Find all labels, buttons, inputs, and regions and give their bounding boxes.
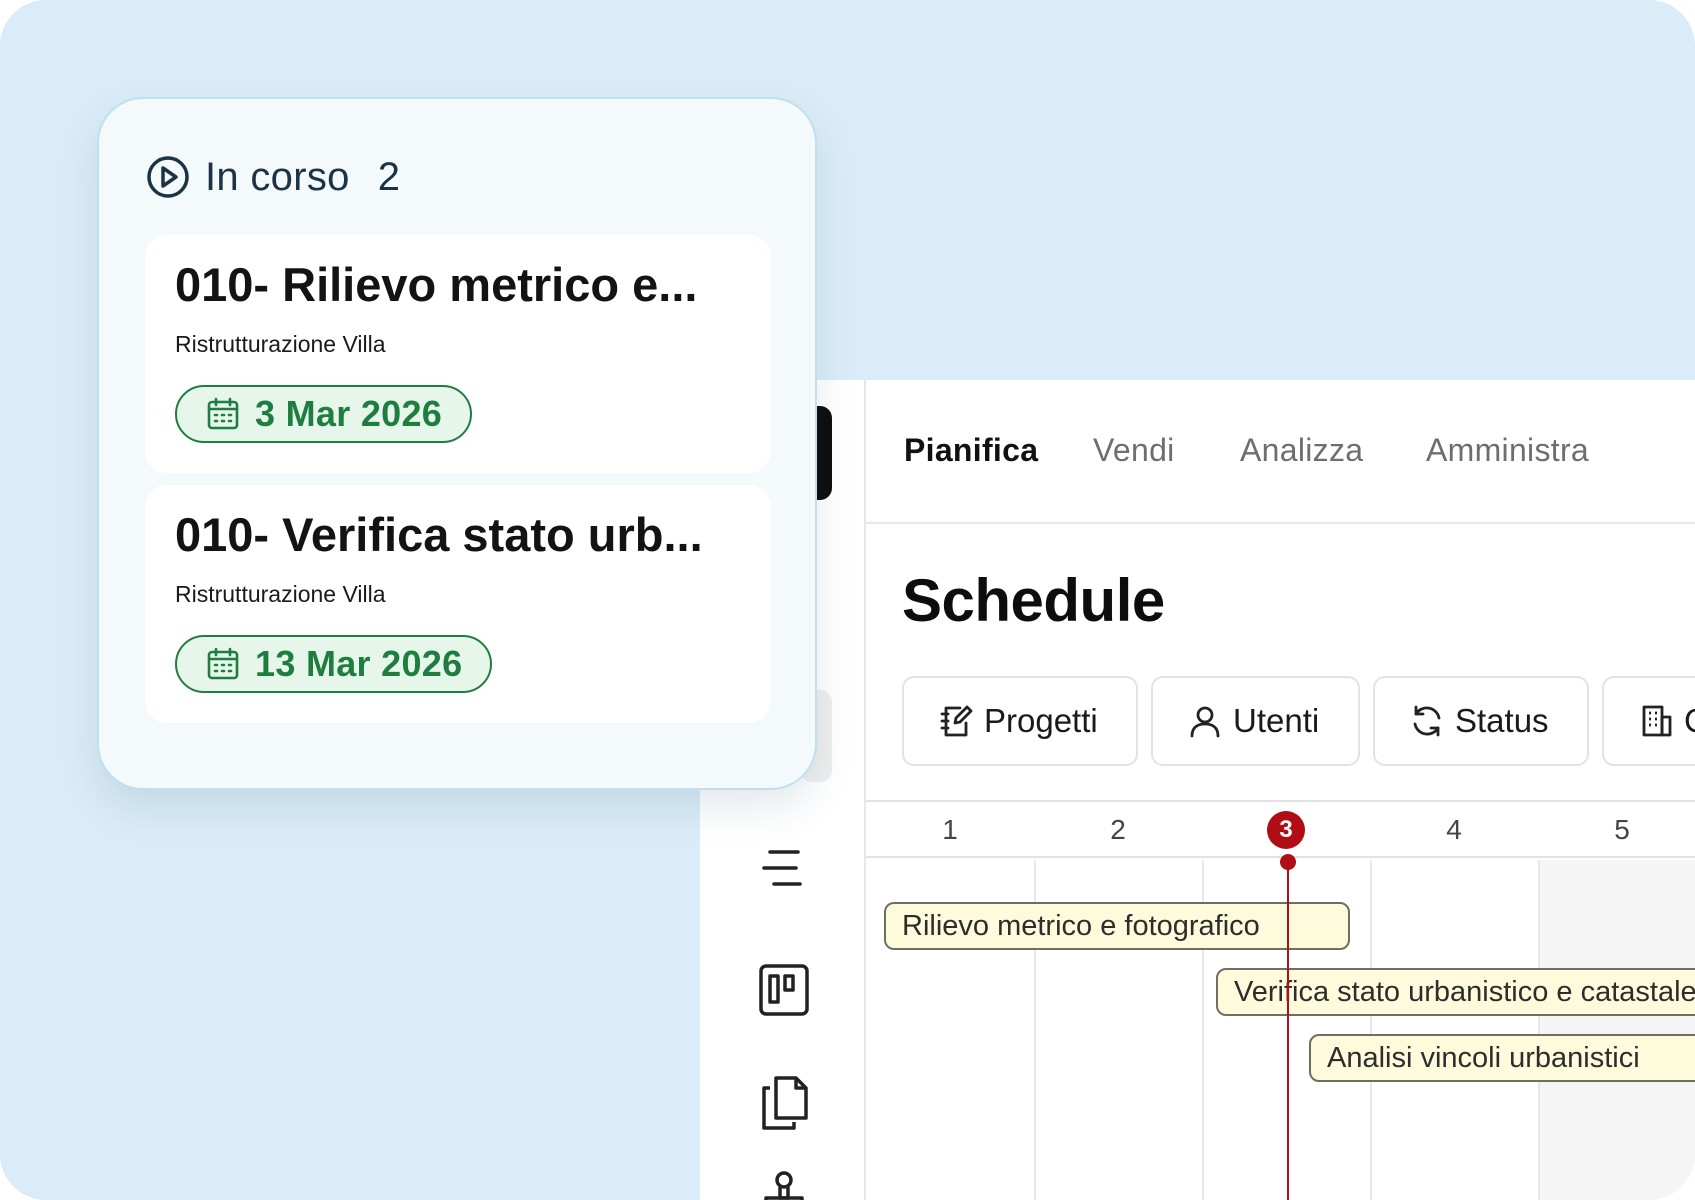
filter-progetti-label: Progetti bbox=[984, 702, 1098, 739]
timeline-grid: Rilievo metrico e fotografico Verifica s… bbox=[866, 854, 1695, 1200]
card-title: In corso bbox=[205, 154, 350, 199]
due-date-badge: 3 Mar 2026 bbox=[175, 385, 473, 443]
day-number: 4 bbox=[1446, 814, 1462, 845]
page-title: Schedule bbox=[902, 567, 1165, 634]
building-icon bbox=[1642, 705, 1672, 737]
filter-utenti-button[interactable]: Utenti bbox=[1151, 676, 1360, 766]
tab-analizza[interactable]: Analizza bbox=[1240, 432, 1363, 469]
filter-c-label: C bbox=[1684, 702, 1695, 740]
play-circle-icon bbox=[147, 156, 189, 198]
filter-status-button[interactable]: Status bbox=[1373, 676, 1589, 766]
kanban-board-icon[interactable] bbox=[758, 962, 810, 1018]
due-date-text: 13 Mar 2026 bbox=[255, 643, 463, 684]
top-navigation: Pianifica Vendi Analizza Amministra bbox=[866, 380, 1695, 524]
filter-status-label: Status bbox=[1455, 702, 1549, 739]
refresh-icon bbox=[1413, 705, 1441, 737]
day-number: 1 bbox=[942, 814, 958, 845]
tab-vendi[interactable]: Vendi bbox=[1093, 432, 1175, 469]
task-card[interactable]: 010- Verifica stato urb... Ristrutturazi… bbox=[145, 485, 771, 723]
filter-utenti-label: Utenti bbox=[1233, 702, 1320, 739]
in-progress-card: In corso 2 010- Rilievo metrico e... Ris… bbox=[97, 97, 817, 790]
task-bar[interactable]: Analisi vincoli urbanistici bbox=[1309, 1034, 1695, 1082]
due-date-badge: 13 Mar 2026 bbox=[175, 635, 493, 693]
grid-divider bbox=[1538, 860, 1540, 1200]
due-date-text: 3 Mar 2026 bbox=[255, 393, 443, 434]
task-bar[interactable]: Rilievo metrico e fotografico bbox=[884, 902, 1350, 950]
stamp-icon[interactable] bbox=[758, 1168, 810, 1200]
task-name: 010- Verifica stato urb... bbox=[175, 508, 703, 561]
timeline-header: 1 2 3 4 5 bbox=[866, 802, 1695, 858]
weekend-column bbox=[1538, 860, 1695, 1200]
filter-progetti-button[interactable]: Progetti bbox=[902, 676, 1138, 766]
day-number: 5 bbox=[1614, 814, 1630, 845]
list-align-icon[interactable] bbox=[758, 840, 810, 896]
card-header: In corso 2 bbox=[145, 151, 400, 203]
calendar-icon bbox=[207, 647, 239, 680]
task-project: Ristrutturazione Villa bbox=[175, 331, 386, 357]
grid-divider bbox=[1370, 860, 1372, 1200]
calendar-icon bbox=[207, 397, 239, 430]
tab-amministra[interactable]: Amministra bbox=[1426, 432, 1589, 469]
day-number: 2 bbox=[1110, 814, 1126, 845]
tab-pianifica[interactable]: Pianifica bbox=[904, 432, 1038, 469]
task-name: 010- Rilievo metrico e... bbox=[175, 258, 698, 311]
today-day-badge: 3 bbox=[1267, 811, 1305, 849]
notebook-edit-icon bbox=[940, 705, 973, 737]
main-content: Pianifica Vendi Analizza Amministra Sche… bbox=[866, 380, 1695, 1200]
timeline: 1 2 3 4 5 Rilievo metrico e fotografico … bbox=[866, 800, 1695, 1200]
card-count: 2 bbox=[377, 154, 400, 199]
today-line bbox=[1287, 858, 1289, 1200]
canvas-background: Pianifica Vendi Analizza Amministra Sche… bbox=[0, 0, 1695, 1200]
today-dot bbox=[1280, 854, 1296, 870]
filter-c-button[interactable]: C bbox=[1602, 676, 1695, 766]
user-icon bbox=[1190, 706, 1220, 738]
task-project: Ristrutturazione Villa bbox=[175, 581, 386, 607]
task-card[interactable]: 010- Rilievo metrico e... Ristrutturazio… bbox=[145, 235, 771, 473]
app-window: Pianifica Vendi Analizza Amministra Sche… bbox=[700, 380, 1695, 1200]
copy-documents-icon[interactable] bbox=[758, 1074, 810, 1130]
